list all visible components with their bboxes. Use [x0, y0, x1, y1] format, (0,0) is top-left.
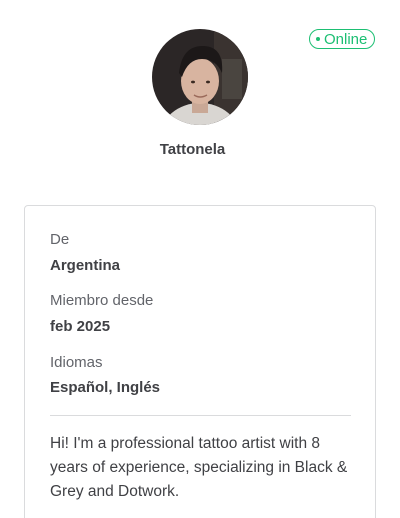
- avatar-photo-icon: [152, 29, 248, 125]
- from-value: Argentina: [50, 257, 121, 274]
- divider: [50, 415, 351, 416]
- status-badge: Online: [309, 29, 376, 49]
- seller-info-card: De Argentina Miembro desde feb 2025 Idio…: [24, 205, 376, 518]
- avatar[interactable]: [152, 29, 248, 125]
- member-since-value: feb 2025: [50, 318, 111, 335]
- languages-label: Idiomas: [50, 354, 103, 371]
- seller-profile-panel: Online Tattonela De Argentina Miembro de…: [0, 0, 400, 518]
- status-label: Online: [324, 30, 368, 48]
- seller-bio: Hi! I'm a professional tattoo artist wit…: [50, 435, 348, 500]
- languages-value: Español, Inglés: [50, 379, 161, 396]
- member-since-label: Miembro desde: [50, 292, 154, 309]
- online-dot-icon: [316, 37, 320, 41]
- username: Tattonela: [159, 141, 226, 158]
- from-label: De: [50, 231, 70, 248]
